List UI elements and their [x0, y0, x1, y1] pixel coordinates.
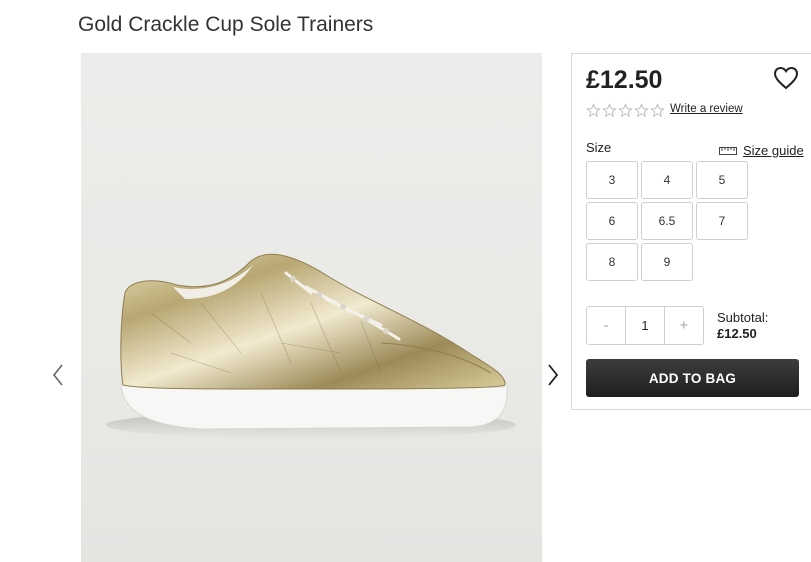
write-review-link[interactable]: Write a review [670, 103, 743, 115]
star-outline-icon [650, 103, 665, 118]
previous-image-button[interactable] [50, 362, 66, 388]
size-option[interactable]: 4 [641, 161, 693, 199]
quantity-field[interactable]: 1 [625, 307, 665, 344]
subtotal: Subtotal: £12.50 [717, 310, 768, 342]
chevron-right-icon [548, 364, 559, 386]
quantity-stepper: - 1 + [586, 306, 704, 345]
decrement-button[interactable]: - [587, 307, 625, 344]
add-to-bag-button[interactable]: ADD TO BAG [586, 359, 799, 397]
star-outline-icon [618, 103, 633, 118]
purchase-panel: £12.50 Write a review Size Size guide 3 … [571, 53, 811, 410]
chevron-left-icon [52, 364, 63, 386]
product-title: Gold Crackle Cup Sole Trainers [78, 13, 374, 36]
size-option[interactable]: 3 [586, 161, 638, 199]
increment-button[interactable]: + [665, 307, 703, 344]
size-option[interactable]: 8 [586, 243, 638, 281]
next-image-button[interactable] [545, 362, 561, 388]
product-image[interactable] [81, 53, 542, 562]
star-outline-icon [602, 103, 617, 118]
rating-stars [586, 103, 665, 118]
size-options: 3 4 5 6 6.5 7 8 9 [586, 161, 748, 281]
star-outline-icon [586, 103, 601, 118]
heart-icon [773, 66, 799, 90]
star-outline-icon [634, 103, 649, 118]
trainer-image [106, 253, 516, 439]
wishlist-button[interactable] [773, 66, 801, 92]
subtotal-label: Subtotal: [717, 310, 769, 325]
subtotal-amount: £12.50 [717, 326, 757, 341]
product-price: £12.50 [586, 66, 663, 94]
size-option[interactable]: 6.5 [641, 202, 693, 240]
size-label: Size [586, 140, 612, 155]
size-option[interactable]: 5 [696, 161, 748, 199]
ruler-icon [719, 146, 737, 155]
size-guide-label: Size guide [743, 143, 804, 158]
size-guide-link[interactable]: Size guide [719, 143, 804, 158]
size-option[interactable]: 7 [696, 202, 748, 240]
size-option[interactable]: 9 [641, 243, 693, 281]
size-option[interactable]: 6 [586, 202, 638, 240]
